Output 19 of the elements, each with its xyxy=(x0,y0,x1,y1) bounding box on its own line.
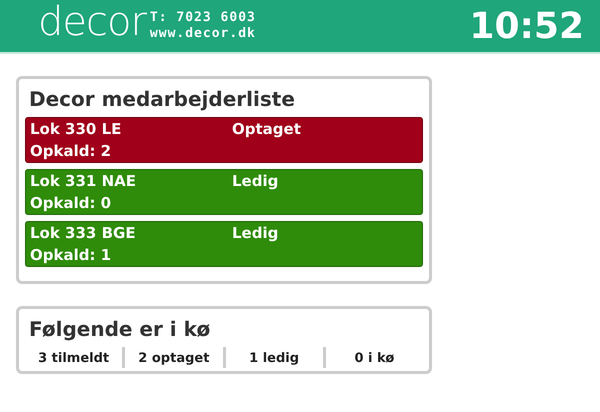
clock-time: 10:52 xyxy=(469,6,584,46)
phone-number: T: 7023 6003 xyxy=(150,10,256,26)
logo-text: decor xyxy=(38,2,146,42)
queue-stat: 3 tilmeldt xyxy=(37,350,110,368)
website-address: www.decor.dk xyxy=(150,26,256,42)
call-count: Opkald: 0 xyxy=(30,194,112,212)
queue-stat: 0 i kø xyxy=(322,347,423,368)
call-count: Opkald: 2 xyxy=(30,142,112,160)
staff-status: Optaget xyxy=(232,120,301,138)
staff-name: Lok 331 NAE xyxy=(30,172,138,190)
staff-status: Ledig xyxy=(232,172,278,190)
staff-name: Lok 330 LE xyxy=(30,120,122,138)
staff-status: Ledig xyxy=(232,224,278,242)
call-count: Opkald: 1 xyxy=(30,246,112,264)
queue-stat: 2 optaget xyxy=(122,347,222,368)
staff-name: Lok 333 BGE xyxy=(30,224,137,242)
queue-stat: 1 ledig xyxy=(222,347,323,368)
card-title: Følgende er i kø xyxy=(29,317,212,341)
card-title: Decor medarbejderliste xyxy=(29,87,296,111)
